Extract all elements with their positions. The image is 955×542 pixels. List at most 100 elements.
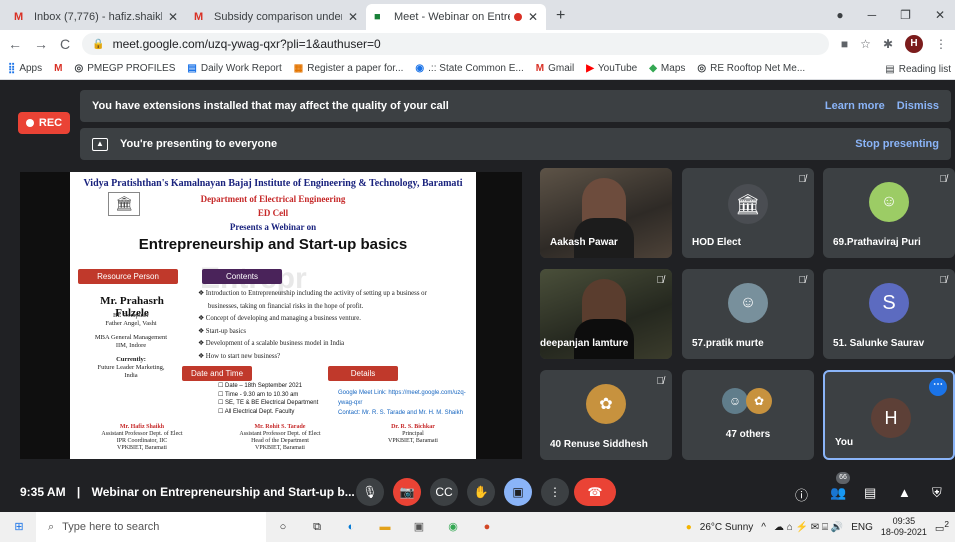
- avatar: ☺: [722, 388, 748, 414]
- mic-button[interactable]: 🎙: [356, 478, 384, 506]
- lock-icon[interactable]: 🔒: [92, 39, 104, 50]
- present-button[interactable]: ▣: [504, 478, 532, 506]
- participant-name: You: [835, 437, 854, 448]
- participant-name: Aakash Pawar: [550, 237, 618, 248]
- participant-tile[interactable]: 🎙̸ 🏛 HOD Elect: [682, 168, 814, 258]
- bookmark-state-common[interactable]: ◉.:: State Common E...: [415, 63, 523, 74]
- info-icon[interactable]: ⓘ: [795, 485, 808, 504]
- tray-expand-icon[interactable]: ^: [761, 522, 766, 533]
- bookmark-apps[interactable]: ⣿ Apps: [8, 63, 42, 74]
- tab-subsidy[interactable]: M Subsidy comparison under Wom ✕: [186, 4, 366, 30]
- profile-avatar[interactable]: H: [905, 35, 923, 53]
- presentation-view: Entrepr Vidya Pratishthan's Kamalnayan B…: [20, 172, 522, 459]
- site-icon: ▦: [293, 63, 304, 74]
- participant-tile-self[interactable]: ⋯ H You: [823, 370, 955, 460]
- avatar: ✿: [746, 388, 772, 414]
- taskbar-search[interactable]: ⌕ Type here to search: [36, 512, 266, 542]
- meeting-control-bar: 9:35 AM | Webinar on Entrepreneurship an…: [0, 472, 955, 512]
- clock[interactable]: 09:35 18-09-2021: [881, 516, 927, 538]
- participant-tile[interactable]: 🎙̸ ☺ 69.Prathaviraj Puri: [823, 168, 955, 258]
- bookmark-daily-report[interactable]: ▤ Daily Work Report: [187, 63, 281, 74]
- people-icon[interactable]: 👥: [830, 485, 846, 501]
- tab-inbox[interactable]: M Inbox (7,776) - hafiz.shaikh@vpk ✕: [6, 4, 186, 30]
- close-window-button[interactable]: ✕: [935, 8, 945, 22]
- tab-title: Meet - Webinar on Entrepre: [394, 11, 510, 23]
- close-icon[interactable]: ✕: [168, 10, 178, 24]
- gmail-icon: M: [194, 11, 204, 23]
- more-options-button[interactable]: ⋮: [541, 478, 569, 506]
- bookmark-pmegp[interactable]: ◎ PMEGP PROFILES: [74, 63, 175, 74]
- camera-icon[interactable]: ■: [841, 37, 848, 51]
- notification-icon[interactable]: ▭2: [935, 519, 949, 534]
- meet-link-text[interactable]: Google Meet Link: https://meet.google.co…: [338, 388, 476, 408]
- gmail-icon: M: [14, 11, 24, 23]
- dismiss-button[interactable]: Dismiss: [897, 100, 939, 112]
- minimize-button[interactable]: ─: [868, 8, 877, 22]
- tab-meet[interactable]: ■ Meet - Webinar on Entrepre ✕: [366, 4, 546, 30]
- powerpoint-icon[interactable]: ●: [478, 518, 496, 536]
- language-indicator[interactable]: ENG: [851, 522, 873, 533]
- reading-list-button[interactable]: ▤ Reading list: [879, 58, 951, 79]
- more-options-icon[interactable]: ⋯: [929, 378, 947, 396]
- college-logo-avatar: 🏛: [728, 184, 768, 224]
- captions-button[interactable]: CC: [430, 478, 458, 506]
- menu-icon[interactable]: ⋮: [935, 37, 947, 51]
- raise-hand-button[interactable]: ✋: [467, 478, 495, 506]
- task-view-icon[interactable]: ⧉: [308, 518, 326, 536]
- bookmark-gmail-shortcut[interactable]: M: [54, 63, 62, 74]
- bookmark-register-paper[interactable]: ▦ Register a paper for...: [294, 63, 404, 74]
- globe-icon: ◎: [74, 63, 84, 74]
- back-icon[interactable]: ←: [8, 36, 22, 52]
- url-field[interactable]: 🔒 meet.google.com/uzq-ywag-qxr?pli=1&aut…: [82, 33, 829, 55]
- bookmark-re-rooftop[interactable]: ◎ RE Rooftop Net Me...: [697, 63, 805, 74]
- participant-tile[interactable]: Aakash Pawar: [540, 168, 672, 258]
- extensions-icon[interactable]: ✱: [883, 37, 893, 51]
- file-explorer-icon[interactable]: ▬: [376, 518, 394, 536]
- tray-icons[interactable]: ☁ ⌂ ⚡ ✉ ⌸ 🔊: [774, 522, 843, 533]
- camera-off-button[interactable]: 📷: [393, 478, 421, 506]
- windows-start-icon[interactable]: ⊞: [10, 518, 28, 536]
- maximize-button[interactable]: ❐: [900, 8, 911, 22]
- close-icon[interactable]: ✕: [348, 10, 358, 24]
- search-icon: ⌕: [48, 520, 55, 533]
- date-time-item: ☐ Time - 9.30 am to 10.30 am: [218, 391, 299, 398]
- activities-icon[interactable]: ▲: [898, 485, 911, 500]
- learn-more-link[interactable]: Learn more: [825, 100, 885, 112]
- new-tab-button[interactable]: +: [546, 4, 575, 30]
- address-bar-row: ← → C 🔒 meet.google.com/uzq-ywag-qxr?pli…: [0, 30, 955, 58]
- recording-badge: REC: [18, 112, 70, 134]
- participant-name: 69.Prathaviraj Puri: [833, 237, 921, 248]
- chat-icon[interactable]: ▤: [864, 485, 876, 501]
- date-time-item: ☐ All Electrical Dept. Faculty: [218, 408, 295, 415]
- star-icon[interactable]: ☆: [860, 37, 871, 51]
- media-icon[interactable]: ●: [836, 8, 843, 22]
- cortana-icon[interactable]: ○: [274, 518, 292, 536]
- participant-tile[interactable]: 🎙̸ deepanjan lamture: [540, 269, 672, 359]
- forward-icon[interactable]: →: [34, 36, 48, 52]
- meeting-title: Webinar on Entrepreneurship and Start-up…: [91, 485, 355, 499]
- participant-tile[interactable]: 🎙̸ ☺ 57.pratik murte: [682, 269, 814, 359]
- reload-icon[interactable]: C: [60, 36, 70, 52]
- weather-text[interactable]: 26°C Sunny: [700, 522, 753, 533]
- end-call-icon: ☎: [587, 485, 603, 499]
- captions-icon: CC: [435, 485, 453, 499]
- present-icon: ▣: [512, 485, 524, 499]
- mic-off-icon: 🎙̸: [656, 376, 665, 387]
- bookmark-maps[interactable]: ◆ Maps: [649, 63, 685, 74]
- close-icon[interactable]: ✕: [528, 10, 538, 24]
- host-controls-icon[interactable]: ⛨: [932, 485, 942, 501]
- weather-icon: ●: [685, 521, 692, 533]
- bookmark-youtube[interactable]: ▶ YouTube: [586, 63, 637, 74]
- store-icon[interactable]: ▣: [410, 518, 428, 536]
- participant-tile[interactable]: 🎙̸ ✿ 40 Renuse Siddhesh: [540, 370, 672, 460]
- contents-item: ❖ Introduction to Entrepreneurship inclu…: [198, 290, 427, 297]
- participant-tile[interactable]: 🎙̸ S 51. Salunke Saurav: [823, 269, 955, 359]
- edge-icon[interactable]: ◐: [342, 518, 360, 536]
- stop-presenting-button[interactable]: Stop presenting: [855, 138, 939, 150]
- bookmark-gmail[interactable]: M Gmail: [536, 63, 574, 74]
- speaker-detail: IIM, Indore: [115, 342, 147, 349]
- participant-tile-others[interactable]: ☺ ✿ 47 others: [682, 370, 814, 460]
- leave-call-button[interactable]: ☎: [574, 478, 616, 506]
- date-time-list: ☐ Date – 18th September 2021 ☐ Time - 9.…: [218, 382, 318, 416]
- chrome-icon[interactable]: ◉: [444, 518, 462, 536]
